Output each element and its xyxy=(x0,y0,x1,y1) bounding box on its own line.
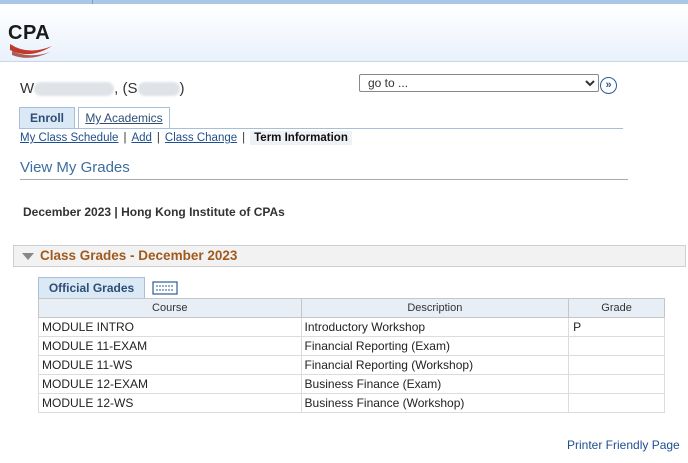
subnav-separator: | xyxy=(242,132,246,144)
cell-grade xyxy=(568,355,665,375)
column-description[interactable]: Description xyxy=(300,298,570,318)
grades-header-row: Course Description Grade xyxy=(38,298,665,318)
cell-grade xyxy=(568,336,665,356)
tab-official-grades[interactable]: Official Grades xyxy=(38,277,145,298)
cell-description: Financial Reporting (Workshop) xyxy=(300,355,570,375)
subnav-add[interactable]: Add xyxy=(131,132,151,144)
cell-grade xyxy=(568,393,665,413)
table-row: MODULE INTRO Introductory Workshop P xyxy=(38,317,665,337)
enroll-subnav: My Class Schedule | Add | Class Change | Term … xyxy=(20,131,352,150)
subnav-separator: | xyxy=(123,132,127,144)
class-grades-section-header[interactable]: Class Grades - December 2023 xyxy=(13,245,686,267)
subnav-term-information[interactable]: Term Information xyxy=(250,131,352,145)
double-chevron-right-icon: » xyxy=(605,79,612,91)
cell-course: MODULE 12-EXAM xyxy=(38,374,302,394)
cell-course: MODULE 11-EXAM xyxy=(38,336,302,356)
student-name: W , (S) xyxy=(20,80,185,97)
table-row: MODULE 12-WS Business Finance (Workshop) xyxy=(38,393,665,413)
cell-description: Business Finance (Workshop) xyxy=(300,393,570,413)
term-label: December 2023 | Hong Kong Institute of C… xyxy=(23,205,285,219)
cell-course: MODULE 11-WS xyxy=(38,355,302,375)
tab-underline xyxy=(19,128,623,129)
cell-grade: P xyxy=(568,317,665,337)
subnav-class-change[interactable]: Class Change xyxy=(165,132,237,144)
cell-description: Introductory Workshop xyxy=(300,317,570,337)
tab-my-academics[interactable]: My Academics xyxy=(78,107,170,129)
cell-description: Business Finance (Exam) xyxy=(300,374,570,394)
grades-table: Course Description Grade MODULE INTRO In… xyxy=(38,298,665,413)
cell-course: MODULE 12-WS xyxy=(38,393,302,413)
redacted-name xyxy=(34,82,115,97)
collapse-triangle-icon[interactable] xyxy=(22,253,34,260)
column-course[interactable]: Course xyxy=(38,298,302,318)
header-banner: CPA xyxy=(0,4,688,62)
grid-view-icon[interactable] xyxy=(152,281,178,295)
cell-grade xyxy=(568,374,665,394)
page-title: View My Grades xyxy=(20,159,130,176)
tab-enroll[interactable]: Enroll xyxy=(19,107,75,129)
column-grade[interactable]: Grade xyxy=(568,298,665,318)
redacted-id xyxy=(137,82,180,97)
table-row: MODULE 11-WS Financial Reporting (Worksh… xyxy=(38,355,665,375)
cpa-logo: CPA xyxy=(8,22,56,64)
student-name-suffix: ) xyxy=(179,80,185,97)
goto-select[interactable]: go to ... xyxy=(359,74,599,92)
printer-friendly-link[interactable]: Printer Friendly Page xyxy=(567,438,680,452)
goto-button[interactable]: » xyxy=(600,77,617,94)
cell-course: MODULE INTRO xyxy=(38,317,302,337)
section-title: Class Grades - December 2023 xyxy=(40,248,238,263)
cell-description: Financial Reporting (Exam) xyxy=(300,336,570,356)
logo-swoosh-icon xyxy=(10,44,52,58)
subnav-separator: | xyxy=(156,132,160,144)
student-name-mid: , (S xyxy=(114,80,138,97)
table-row: MODULE 12-EXAM Business Finance (Exam) xyxy=(38,374,665,394)
table-row: MODULE 11-EXAM Financial Reporting (Exam… xyxy=(38,336,665,356)
student-name-prefix: W xyxy=(20,80,35,97)
subnav-my-class-schedule[interactable]: My Class Schedule xyxy=(20,132,118,144)
tab-my-academics-label: My Academics xyxy=(85,111,163,125)
title-divider xyxy=(20,179,628,180)
